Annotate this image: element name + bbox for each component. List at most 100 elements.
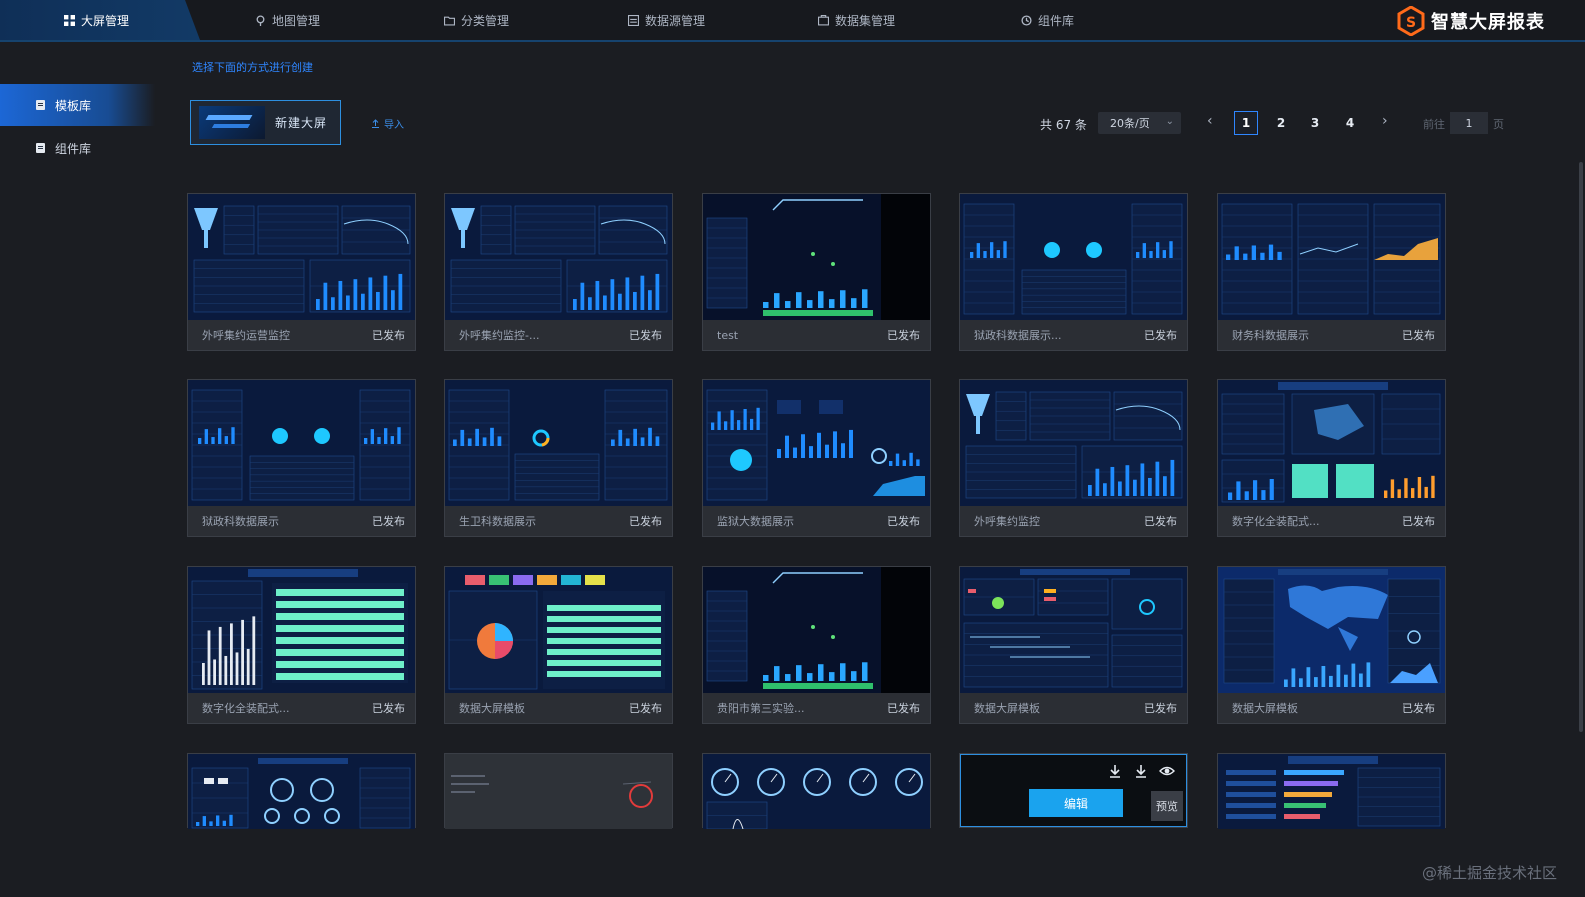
import-label: 导入 [384,120,404,131]
template-card-footer: 生卫科数据展示 已发布 [445,506,672,536]
goto-page-input[interactable] [1450,112,1488,134]
template-card[interactable]: 数字化全装配式... 已发布 [187,566,416,724]
edit-button[interactable]: 编辑 [1029,789,1123,817]
template-card[interactable]: 贵阳市第三实验... 已发布 [702,566,931,724]
thumbnail-art [445,567,672,693]
nav-tab-map-management[interactable]: 地图管理 [255,0,320,40]
template-thumbnail [703,380,930,506]
template-title: 数字化全装配式... [1232,515,1320,528]
template-card[interactable]: test 已发布 [702,193,931,351]
nav-tab-datasource-management[interactable]: 数据源管理 [628,0,705,40]
document-icon [36,143,45,153]
template-thumbnail [1218,194,1445,320]
sidebar-item-template-library[interactable]: 模板库 [0,84,155,126]
new-screen-label: 新建大屏 [275,116,328,130]
sidebar-item-label: 模板库 [55,98,92,113]
goto-unit: 页 [1493,118,1504,131]
database-icon [628,14,639,26]
template-card-footer: 狱政科数据展示 已发布 [188,506,415,536]
preview-button[interactable]: 预览 [1151,791,1183,821]
template-card[interactable]: 狱政科数据展示... 已发布 [959,193,1188,351]
thumbnail-art [445,194,672,320]
new-screen-button[interactable]: 新建大屏 [190,100,341,145]
page-number-3[interactable]: 3 [1303,111,1327,135]
template-card[interactable]: 数字化全装配式... 已发布 [1217,379,1446,537]
template-card-partial[interactable] [1217,753,1446,829]
next-page-button[interactable]: › [1382,113,1388,129]
template-card[interactable]: 财务科数据展示 已发布 [1217,193,1446,351]
thumbnail-art [445,754,672,829]
template-card[interactable]: 狱政科数据展示 已发布 [187,379,416,537]
template-thumbnail [188,380,415,506]
template-thumbnail [960,567,1187,693]
page-size-select[interactable]: 20条/页 ⌄ [1098,112,1181,134]
template-card[interactable]: 外呼集约监控-... 已发布 [444,193,673,351]
template-title: 数据大屏模板 [974,702,1040,715]
template-card-partial[interactable] [444,753,673,829]
status-badge: 已发布 [887,515,920,528]
goto-label: 前往 [1423,118,1445,131]
thumbnail-art [188,380,415,506]
template-thumbnail [703,754,930,829]
status-badge: 已发布 [372,329,405,342]
brand: S 智慧大屏报表 [1397,4,1545,38]
pagination-total: 共 67 条 [1040,118,1087,132]
template-title: 狱政科数据展示 [202,515,279,528]
template-thumbnail [445,380,672,506]
template-card-partial[interactable] [702,753,931,829]
sidebar-item-label: 组件库 [55,141,92,156]
template-card-footer: 外呼集约运营监控 已发布 [188,320,415,350]
template-card-footer: 监狱大数据展示 已发布 [703,506,930,536]
status-badge: 已发布 [1402,329,1435,342]
import-button[interactable]: 导入 [371,116,404,131]
template-thumbnail [445,754,672,829]
nav-tab-screen-management[interactable]: 大屏管理 [64,0,129,40]
template-card[interactable]: 生卫科数据展示 已发布 [444,379,673,537]
template-card[interactable]: 外呼集约监控 已发布 [959,379,1188,537]
prev-page-button[interactable]: ‹ [1207,113,1213,129]
status-badge: 已发布 [1144,329,1177,342]
status-badge: 已发布 [629,702,662,715]
status-badge: 已发布 [887,329,920,342]
eye-icon[interactable] [1159,763,1175,779]
thumbnail-art [703,194,930,320]
thumbnail-art [703,754,930,829]
template-title: 财务科数据展示 [1232,329,1309,342]
page-number-2[interactable]: 2 [1269,111,1293,135]
upload-icon [372,119,379,128]
template-title: 监狱大数据展示 [717,515,794,528]
map-pin-icon [256,14,265,26]
template-card-footer: 外呼集约监控 已发布 [960,506,1187,536]
template-thumbnail [188,754,415,829]
vertical-scrollbar[interactable] [1579,162,1583,732]
template-title: 生卫科数据展示 [459,515,536,528]
template-card[interactable]: 数据大屏模板 已发布 [1217,566,1446,724]
page-size-value: 20条/页 [1110,117,1150,130]
thumbnail-art [1218,194,1445,320]
template-card[interactable]: 外呼集约运营监控 已发布 [187,193,416,351]
chevron-down-icon: ⌄ [1165,116,1174,127]
sidebar-item-component-library[interactable]: 组件库 [0,127,155,169]
status-badge: 已发布 [1144,515,1177,528]
download-icon[interactable] [1133,763,1149,779]
template-thumbnail [960,194,1187,320]
template-thumbnail [960,380,1187,506]
download-icon[interactable] [1107,763,1123,779]
template-card[interactable]: 数据大屏模板 已发布 [959,566,1188,724]
template-card-hovered[interactable]: 编辑 预览 [959,753,1188,828]
template-thumbnail [445,567,672,693]
thumbnail-art [960,194,1187,320]
page-number-4[interactable]: 4 [1338,111,1362,135]
nav-tab-label: 大屏管理 [81,13,130,28]
template-thumbnail [1218,380,1445,506]
nav-tab-dataset-management[interactable]: 数据集管理 [818,0,895,40]
template-card[interactable]: 数据大屏模板 已发布 [444,566,673,724]
template-card-partial[interactable] [187,753,416,829]
template-card[interactable]: 监狱大数据展示 已发布 [702,379,931,537]
page-number-1[interactable]: 1 [1234,111,1258,135]
top-navigation: 大屏管理 地图管理 分类管理 数据源管理 数据集管理 组件库 S 智慧大屏报表 [0,0,1585,42]
status-badge: 已发布 [1144,702,1177,715]
nav-tab-component-library[interactable]: 组件库 [1021,0,1074,40]
nav-tab-category-management[interactable]: 分类管理 [444,0,509,40]
template-card-footer: 狱政科数据展示... 已发布 [960,320,1187,350]
